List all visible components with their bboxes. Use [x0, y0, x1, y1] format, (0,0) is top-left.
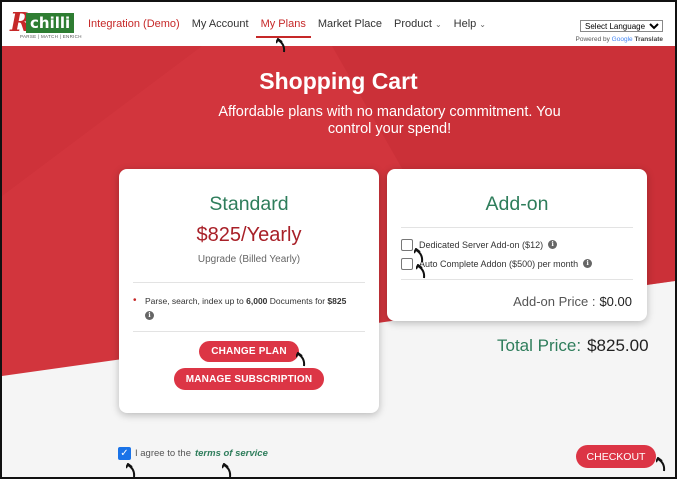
terms-agreement: ✓ I agree to the terms of service	[118, 447, 268, 460]
chevron-down-icon: ⌄	[479, 19, 486, 29]
addon-price: Add-on Price : $0.00	[513, 294, 632, 309]
nav-help-label: Help	[453, 17, 477, 30]
nav-my-account[interactable]: My Account	[192, 12, 249, 36]
nav-my-plans[interactable]: My Plans	[255, 12, 312, 38]
total-price: Total Price: $825.00	[497, 336, 649, 356]
plan-billing: Upgrade (Billed Yearly)	[197, 254, 301, 265]
google-logo: Google	[611, 36, 633, 43]
addon-card: Add-on Dedicated Server Add-on ($12) i A…	[387, 169, 647, 321]
addon-option-label: Auto Complete Addon ($500) per month	[419, 258, 579, 269]
powered-by-google: Powered by Google Translate	[576, 36, 663, 43]
powered-by-text: Powered by	[575, 36, 610, 43]
page-subtitle: Affordable plans with no mandatory commi…	[218, 104, 561, 137]
divider	[401, 279, 633, 280]
addon-price-label: Add-on Price :	[513, 294, 596, 309]
feature-text-mid: Documents for	[267, 296, 328, 306]
pointer-cursor-icon	[296, 352, 306, 367]
rchilli-logo[interactable]: R chilli PARSE | MATCH | ENRICH	[8, 10, 81, 42]
addon-price-value: $0.00	[599, 294, 632, 309]
browser-frame: R chilli PARSE | MATCH | ENRICH Integrat…	[0, 0, 677, 479]
feature-count: 6,000	[246, 296, 268, 306]
top-navbar: R chilli PARSE | MATCH | ENRICH Integrat…	[2, 2, 675, 46]
logo-wordmark: chilli	[26, 13, 75, 33]
pointer-cursor-icon	[276, 38, 286, 53]
pointer-cursor-icon	[126, 463, 136, 477]
feature-price: $825	[327, 296, 347, 306]
pointer-cursor-icon	[414, 248, 424, 263]
nav-market-place[interactable]: Market Place	[318, 12, 382, 36]
bullet-icon: •	[133, 295, 137, 306]
auto-complete-checkbox[interactable]	[401, 257, 413, 270]
manage-subscription-button[interactable]: MANAGE SUBSCRIPTION	[173, 368, 325, 390]
shopping-cart-section: Shopping Cart Affordable plans with no m…	[2, 46, 675, 477]
pointer-cursor-icon	[656, 457, 666, 472]
pointer-cursor-icon	[416, 264, 426, 279]
terms-checkbox[interactable]: ✓	[118, 447, 131, 460]
plan-name: Standard	[209, 193, 289, 215]
info-icon[interactable]: i	[145, 311, 154, 321]
terms-of-service-link[interactable]: terms of service	[195, 448, 268, 459]
feature-text-pre: Parse, search, index up to	[145, 296, 247, 306]
change-plan-button[interactable]: CHANGE PLAN	[199, 341, 299, 362]
divider	[133, 331, 365, 332]
total-price-label: Total Price:	[497, 336, 582, 355]
nav-product-label: Product	[394, 17, 432, 30]
plan-feature-item: • Parse, search, index up to 6,000 Docum…	[119, 294, 379, 322]
main-nav: Integration (Demo) My Account My Plans M…	[82, 12, 492, 38]
divider	[401, 227, 633, 228]
addon-option-dedicated-server: Dedicated Server Add-on ($12) i	[401, 235, 647, 254]
divider	[133, 282, 365, 283]
translate-link[interactable]: Translate	[634, 36, 663, 43]
checkout-button[interactable]: CHECKOUT	[576, 445, 656, 468]
chevron-down-icon: ⌄	[434, 19, 442, 29]
pointer-cursor-icon	[222, 463, 232, 477]
addon-option-auto-complete: Auto Complete Addon ($500) per month i	[401, 254, 647, 273]
nav-help[interactable]: Help ⌄	[454, 12, 486, 37]
addon-option-label: Dedicated Server Add-on ($12)	[419, 239, 544, 250]
info-icon[interactable]: i	[548, 240, 558, 249]
total-price-value: $825.00	[587, 336, 649, 355]
terms-prefix: I agree to the	[135, 448, 191, 459]
google-translate-widget: Select Language Powered by Google Transl…	[576, 16, 663, 43]
info-icon[interactable]: i	[583, 259, 593, 268]
plan-price: $825/Yearly	[196, 224, 302, 246]
nav-product[interactable]: Product ⌄	[394, 12, 442, 37]
nav-integration-demo[interactable]: Integration (Demo)	[88, 12, 180, 36]
plan-card-standard: Standard $825/Yearly Upgrade (Billed Yea…	[119, 169, 379, 413]
page-title: Shopping Cart	[259, 68, 418, 94]
addon-title: Add-on	[485, 193, 549, 215]
dedicated-server-checkbox[interactable]	[401, 238, 413, 251]
logo-tagline: PARSE | MATCH | ENRICH	[20, 34, 82, 39]
language-select[interactable]: Select Language	[580, 20, 663, 32]
